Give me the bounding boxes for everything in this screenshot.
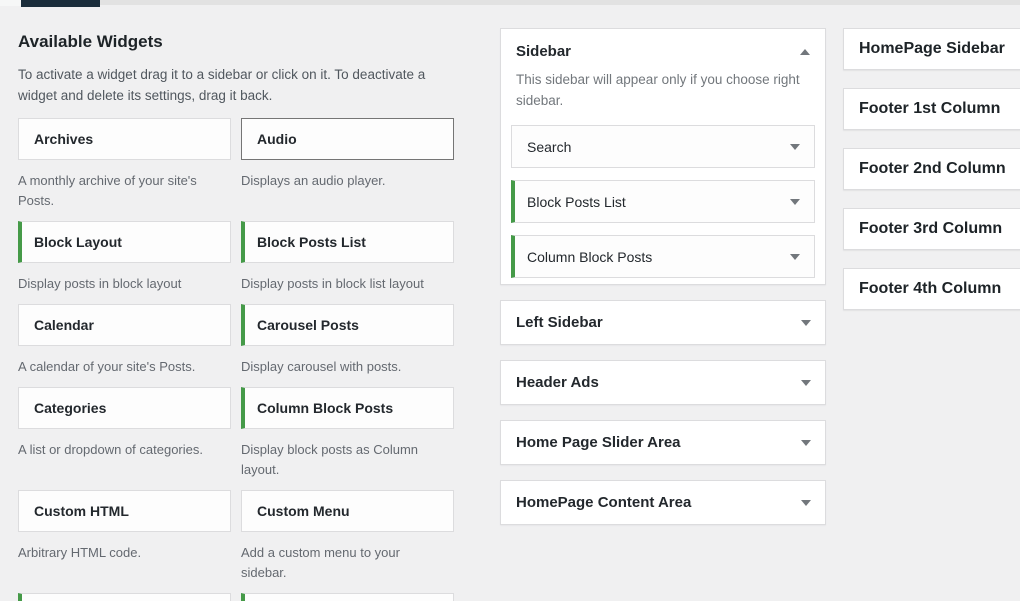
sidebar-panel-title: Home Page Slider Area [516, 434, 681, 451]
widget-card-description: Display posts in block list layout [241, 274, 454, 294]
widget-card[interactable]: Column Block Posts [241, 387, 454, 429]
collapsed-panels-list: Left Sidebar Header Ads Home Page Slider… [500, 300, 826, 525]
primary-sidebars-column: Sidebar This sidebar will appear only if… [500, 28, 826, 525]
available-widgets-grid: Archives A monthly archive of your site'… [18, 118, 454, 601]
widget-card-description: A monthly archive of your site's Posts. [18, 171, 231, 211]
widget-card[interactable]: Custom HTML [18, 490, 231, 532]
sidebar-panel-collapsed[interactable]: Footer 4th Column [843, 268, 1020, 310]
sidebar-panel-title: Footer 1st Column [859, 100, 1000, 118]
widget-card-title: Block Layout [34, 234, 122, 250]
widget-card-title: Archives [34, 131, 93, 147]
available-widget: Audio Displays an audio player. [241, 118, 454, 221]
available-widget: Block Posts List Display posts in block … [241, 221, 454, 304]
widget-card[interactable]: Calendar [18, 304, 231, 346]
widget-card[interactable] [18, 593, 231, 601]
sidebar-panel-collapsed[interactable]: HomePage Content Area [500, 480, 826, 525]
widget-card-title: Custom HTML [34, 503, 129, 519]
sidebar-panel-collapsed[interactable]: Footer 1st Column [843, 88, 1020, 130]
chevron-down-icon[interactable] [790, 254, 800, 260]
widget-card[interactable] [241, 593, 454, 601]
widget-card-title: Categories [34, 400, 106, 416]
available-widget [18, 593, 231, 601]
widget-card[interactable]: Carousel Posts [241, 304, 454, 346]
sidebar-panel-title: HomePage Content Area [516, 494, 691, 511]
sidebar-panel-collapsed[interactable]: Home Page Slider Area [500, 420, 826, 465]
available-widgets-description: To activate a widget drag it to a sideba… [18, 64, 443, 106]
chevron-down-icon[interactable] [790, 199, 800, 205]
sidebar-widget-title: Search [527, 139, 571, 155]
sidebar-widget[interactable]: Search [511, 125, 815, 168]
sidebar-panel-collapsed[interactable]: Footer 3rd Column [843, 208, 1020, 250]
sidebar-widget-title: Block Posts List [527, 194, 626, 210]
widget-card-description: A list or dropdown of categories. [18, 440, 231, 460]
available-widget: Block Layout Display posts in block layo… [18, 221, 231, 304]
chevron-up-icon[interactable] [800, 49, 810, 55]
sidebar-widget[interactable]: Column Block Posts [511, 235, 815, 278]
widget-card[interactable]: Archives [18, 118, 231, 160]
sidebar-panel-description: This sidebar will appear only if you cho… [516, 69, 810, 111]
sidebar-panel-title: Footer 2nd Column [859, 160, 1006, 178]
chevron-down-icon[interactable] [790, 144, 800, 150]
sidebar-panel-collapsed[interactable]: Footer 2nd Column [843, 148, 1020, 190]
sidebar-panel-title: Sidebar [516, 43, 571, 61]
chevron-down-icon[interactable] [801, 320, 811, 326]
available-widgets-title: Available Widgets [18, 30, 454, 53]
widget-card-description: A calendar of your site's Posts. [18, 357, 231, 377]
widget-card-description: Add a custom menu to your sidebar. [241, 543, 454, 583]
top-tab[interactable] [21, 0, 100, 7]
top-corner [0, 0, 21, 6]
available-widget: Column Block Posts Display block posts a… [241, 387, 454, 490]
widget-card-description: Display block posts as Column layout. [241, 440, 454, 480]
widget-card-description: Display carousel with posts. [241, 357, 454, 377]
widget-card-description: Arbitrary HTML code. [18, 543, 231, 563]
secondary-panels-list: HomePage Sidebar Footer 1st Column Foote… [843, 28, 1020, 310]
widget-card-title: Audio [257, 131, 297, 147]
sidebar-widgets-list: Search Block Posts List Column Block Pos… [511, 125, 815, 278]
widget-card-title: Custom Menu [257, 503, 350, 519]
sidebar-panel-title: Footer 4th Column [859, 280, 1001, 298]
available-widget: Calendar A calendar of your site's Posts… [18, 304, 231, 387]
available-widget: Carousel Posts Display carousel with pos… [241, 304, 454, 387]
widget-card-title: Calendar [34, 317, 94, 333]
available-widget [241, 593, 454, 601]
widget-card-description: Display posts in block layout [18, 274, 231, 294]
sidebar-panel-title: Left Sidebar [516, 314, 603, 331]
available-widgets-section: Available Widgets To activate a widget d… [18, 30, 454, 601]
sidebar-widget[interactable]: Block Posts List [511, 180, 815, 223]
widget-card-title: Carousel Posts [257, 317, 359, 333]
widgets-admin-page: Available Widgets To activate a widget d… [0, 0, 1020, 601]
widget-card[interactable]: Audio [241, 118, 454, 160]
sidebar-widget-title: Column Block Posts [527, 249, 652, 265]
widget-card[interactable]: Block Layout [18, 221, 231, 263]
secondary-sidebars-column: HomePage Sidebar Footer 1st Column Foote… [843, 28, 1020, 328]
chevron-down-icon[interactable] [801, 500, 811, 506]
sidebar-panel-collapsed[interactable]: HomePage Sidebar [843, 28, 1020, 70]
available-widget: Archives A monthly archive of your site'… [18, 118, 231, 221]
widget-card[interactable]: Block Posts List [241, 221, 454, 263]
sidebar-panel-title: Header Ads [516, 374, 599, 391]
widget-card-title: Block Posts List [257, 234, 366, 250]
widget-card[interactable]: Categories [18, 387, 231, 429]
sidebar-panel-collapsed[interactable]: Left Sidebar [500, 300, 826, 345]
sidebar-panel-collapsed[interactable]: Header Ads [500, 360, 826, 405]
chevron-down-icon[interactable] [801, 440, 811, 446]
widget-card-description: Displays an audio player. [241, 171, 454, 191]
sidebar-panel-expanded: Sidebar This sidebar will appear only if… [500, 28, 826, 285]
available-widget: Custom Menu Add a custom menu to your si… [241, 490, 454, 593]
top-strip [0, 0, 1020, 5]
available-widget: Custom HTML Arbitrary HTML code. [18, 490, 231, 593]
available-widget: Categories A list or dropdown of categor… [18, 387, 231, 490]
widget-card-title: Column Block Posts [257, 400, 393, 416]
widget-card[interactable]: Custom Menu [241, 490, 454, 532]
sidebar-panel-title: HomePage Sidebar [859, 40, 1005, 58]
sidebar-panel-title: Footer 3rd Column [859, 220, 1002, 238]
sidebar-panel-header[interactable]: Sidebar [511, 29, 815, 61]
chevron-down-icon[interactable] [801, 380, 811, 386]
